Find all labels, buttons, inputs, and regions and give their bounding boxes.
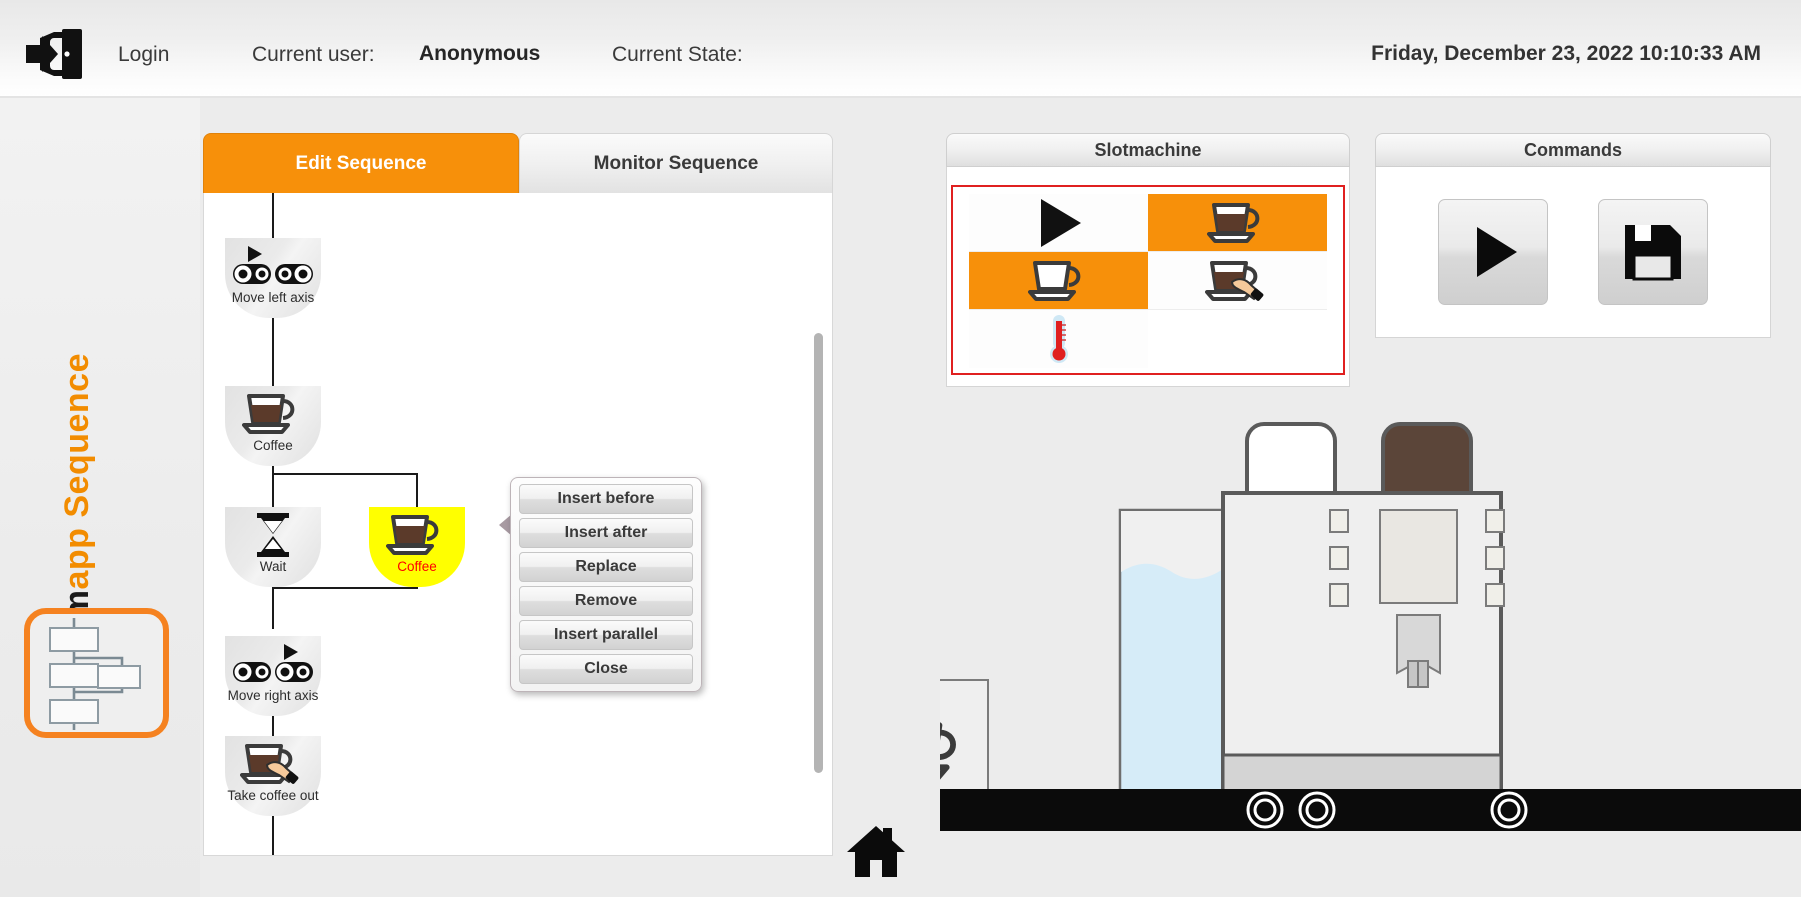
- brand-suffix: app Sequence: [58, 353, 96, 590]
- commands-panel: Commands: [1375, 133, 1771, 338]
- commands-body: [1375, 167, 1771, 338]
- slot-cell-thermometer[interactable]: [969, 310, 1148, 368]
- app-header: Login Current user: Anonymous Current St…: [0, 0, 1801, 98]
- menu-item-replace[interactable]: Replace: [519, 552, 693, 582]
- slot-cell-coffee[interactable]: [1148, 194, 1327, 252]
- brand-title: mapp Sequence: [58, 353, 97, 620]
- connector: [272, 318, 274, 386]
- sequence-scrollbar-thumb[interactable]: [814, 333, 823, 773]
- hourglass-icon: [225, 512, 321, 558]
- slotmachine-grid: [951, 185, 1345, 375]
- slot-cell-empty[interactable]: [1148, 310, 1327, 368]
- context-menu[interactable]: Insert before Insert after Replace Remov…: [510, 477, 702, 692]
- node-label: Wait: [259, 559, 287, 574]
- login-label[interactable]: Login: [118, 43, 169, 67]
- save-floppy-icon: [1625, 225, 1681, 281]
- axis-right-icon: [225, 641, 321, 687]
- slotmachine-panel: Slotmachine: [946, 133, 1350, 387]
- commands-title: Commands: [1375, 133, 1771, 167]
- slotmachine-body: [946, 167, 1350, 387]
- current-state-label: Current State:: [612, 43, 743, 66]
- menu-item-insert-after[interactable]: Insert after: [519, 518, 693, 548]
- slot-cell-play[interactable]: [969, 194, 1148, 252]
- slotmachine-title: Slotmachine: [946, 133, 1350, 167]
- brand-rail: mapp Sequence: [0, 98, 200, 897]
- current-user-label: Current user:: [252, 43, 375, 66]
- login-door-icon[interactable]: [24, 28, 86, 80]
- connector: [272, 816, 274, 855]
- node-label: Coffee: [397, 559, 437, 574]
- sequence-node-move-left-axis[interactable]: Move left axis: [225, 238, 321, 318]
- sequence-node-wait[interactable]: Wait: [225, 507, 321, 587]
- connector: [272, 473, 418, 475]
- home-icon[interactable]: [845, 822, 907, 880]
- coffee-cup-icon: [225, 391, 321, 437]
- slot-cell-take-coffee[interactable]: [1148, 252, 1327, 310]
- current-user-value: Anonymous: [419, 42, 541, 65]
- coffee-machine-scene: [940, 380, 1801, 897]
- menu-item-insert-before[interactable]: Insert before: [519, 484, 693, 514]
- sequence-node-move-right-axis[interactable]: Move right axis: [225, 636, 321, 716]
- menu-item-insert-parallel[interactable]: Insert parallel: [519, 620, 693, 650]
- tab-monitor-sequence[interactable]: Monitor Sequence: [519, 133, 833, 193]
- node-label: Coffee: [253, 438, 293, 453]
- connector: [272, 193, 274, 238]
- header-divider: [0, 96, 1801, 98]
- node-label: Move right axis: [227, 688, 319, 703]
- sequence-tabbar: Edit Sequence Monitor Sequence: [203, 133, 833, 193]
- sequence-node-coffee[interactable]: Coffee: [225, 386, 321, 466]
- node-label: Take coffee out: [227, 788, 319, 803]
- play-icon: [1477, 227, 1517, 277]
- sequence-node-coffee-selected[interactable]: Coffee: [369, 507, 465, 587]
- axis-left-icon: [225, 243, 321, 289]
- connector: [416, 473, 418, 507]
- sequence-flow-icon[interactable]: [24, 608, 169, 738]
- save-button[interactable]: [1598, 199, 1708, 305]
- take-coffee-icon: [225, 741, 321, 787]
- menu-item-remove[interactable]: Remove: [519, 586, 693, 616]
- slot-cell-empty-cup[interactable]: [969, 252, 1148, 310]
- sequence-node-take-coffee-out[interactable]: Take coffee out: [225, 736, 321, 816]
- menu-item-close[interactable]: Close: [519, 654, 693, 684]
- datetime-display: Friday, December 23, 2022 10:10:33 AM: [1371, 42, 1761, 65]
- coffee-cup-icon: [369, 512, 465, 558]
- run-button[interactable]: [1438, 199, 1548, 305]
- connector: [272, 587, 418, 589]
- tab-edit-sequence[interactable]: Edit Sequence: [203, 133, 519, 193]
- node-label: Move left axis: [231, 290, 315, 305]
- connector: [272, 587, 274, 629]
